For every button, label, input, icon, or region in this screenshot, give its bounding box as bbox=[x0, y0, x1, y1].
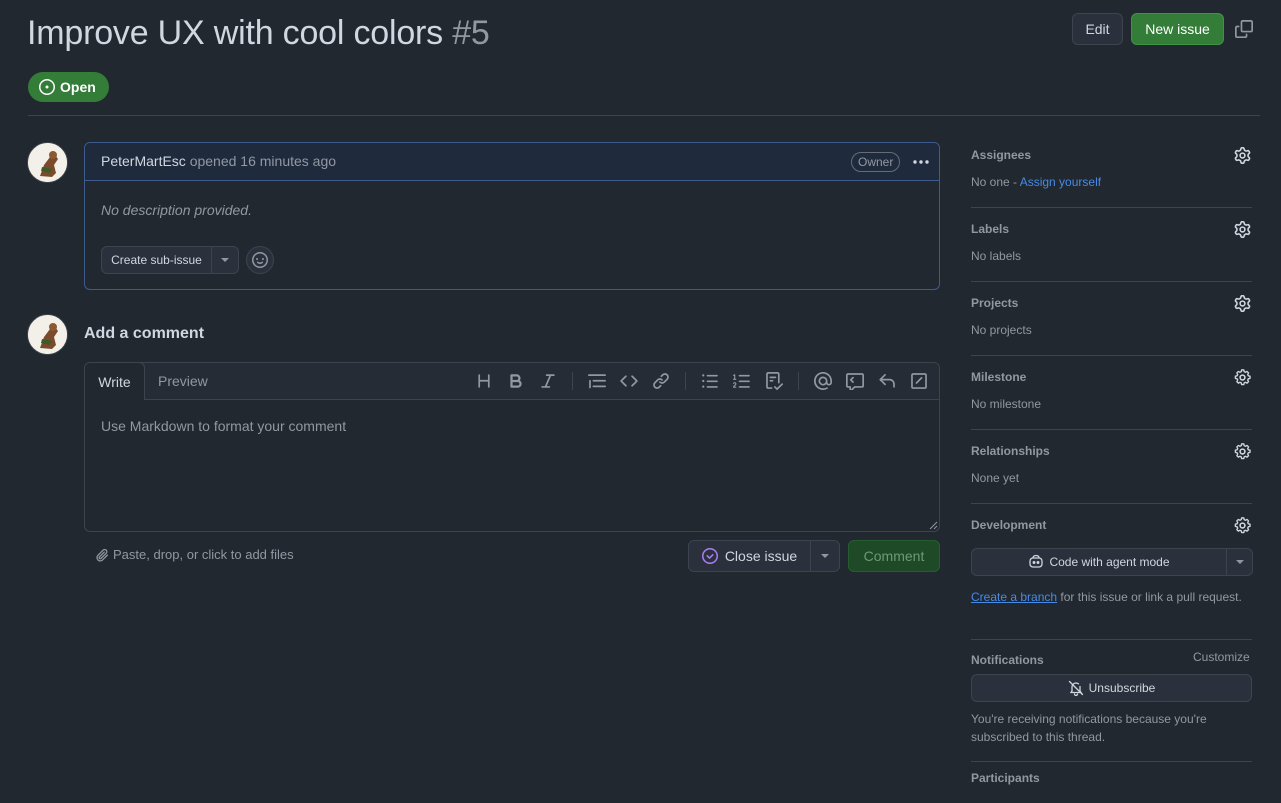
issue-state-badge: Open bbox=[28, 72, 109, 102]
assignees-value: No one - Assign yourself bbox=[971, 175, 1101, 189]
development-note-text: for this issue or link a pull request. bbox=[1057, 590, 1242, 604]
comment-textarea[interactable]: Use Markdown to format your comment bbox=[101, 418, 346, 434]
bulleted-list-icon[interactable] bbox=[701, 372, 719, 390]
milestone-value: No milestone bbox=[971, 397, 1042, 411]
toolbar-divider bbox=[685, 372, 686, 390]
kebab-menu-icon[interactable] bbox=[911, 153, 931, 171]
issue-description: No description provided. bbox=[101, 202, 252, 218]
slash-commands-icon[interactable] bbox=[910, 372, 928, 390]
labels-gear-icon[interactable] bbox=[1234, 221, 1251, 238]
tab-preview[interactable]: Preview bbox=[158, 373, 208, 389]
development-note: Create a branch for this issue or link a… bbox=[971, 588, 1252, 606]
code-icon[interactable] bbox=[620, 372, 638, 390]
attach-files-label: Paste, drop, or click to add files bbox=[113, 547, 294, 562]
mention-icon[interactable] bbox=[814, 372, 832, 390]
sidebar-divider bbox=[971, 639, 1252, 640]
bell-slash-icon bbox=[1068, 680, 1084, 696]
assignees-gear-icon[interactable] bbox=[1234, 147, 1251, 164]
milestone-gear-icon[interactable] bbox=[1234, 369, 1251, 386]
customize-notifications-link[interactable]: Customize bbox=[1193, 650, 1250, 664]
resize-handle-icon[interactable] bbox=[929, 521, 938, 530]
add-comment-heading: Add a comment bbox=[84, 325, 205, 342]
task-list-icon[interactable] bbox=[765, 372, 783, 390]
assign-yourself-link[interactable]: Assign yourself bbox=[1020, 175, 1101, 189]
unsubscribe-label: Unsubscribe bbox=[1088, 681, 1156, 695]
edit-button[interactable]: Edit bbox=[1072, 13, 1123, 45]
create-sub-issue-button[interactable]: Create sub-issue bbox=[101, 246, 212, 274]
triangle-down-icon bbox=[220, 257, 230, 263]
toolbar-divider bbox=[798, 372, 799, 390]
close-issue-button[interactable]: Close issue bbox=[688, 540, 811, 572]
tab-write[interactable]: Write bbox=[85, 363, 145, 400]
link-icon[interactable] bbox=[652, 372, 670, 390]
author-link[interactable]: PeterMartEsc bbox=[101, 153, 186, 169]
sidebar-heading-development[interactable]: Development bbox=[971, 518, 1046, 532]
create-branch-link[interactable]: Create a branch bbox=[971, 590, 1057, 604]
projects-value: No projects bbox=[971, 323, 1032, 337]
opened-timestamp[interactable]: opened 16 minutes ago bbox=[190, 153, 336, 169]
code-with-agent-label: Code with agent mode bbox=[1049, 555, 1170, 569]
comment-submit-button[interactable]: Comment bbox=[848, 540, 940, 572]
sidebar-divider bbox=[971, 761, 1252, 762]
italic-icon[interactable] bbox=[539, 372, 557, 390]
triangle-down-icon bbox=[1235, 559, 1245, 565]
close-issue-dropdown-button[interactable] bbox=[810, 540, 840, 572]
relationships-value: None yet bbox=[971, 471, 1020, 485]
copy-link-icon[interactable] bbox=[1235, 20, 1253, 38]
owner-badge: Owner bbox=[851, 152, 901, 172]
agent-mode-dropdown-button[interactable] bbox=[1226, 548, 1253, 576]
quote-icon[interactable] bbox=[588, 372, 606, 390]
sidebar-divider bbox=[971, 355, 1252, 356]
bold-icon[interactable] bbox=[507, 372, 525, 390]
issue-title-text: Improve UX with cool colors bbox=[27, 14, 443, 52]
issue-body-header: PeterMartEsc opened 16 minutes ago Owner bbox=[85, 143, 939, 181]
check-circle-icon bbox=[701, 548, 718, 564]
author-avatar[interactable] bbox=[27, 142, 68, 183]
issue-author-line: PeterMartEsc opened 16 minutes ago bbox=[101, 153, 336, 169]
numbered-list-icon[interactable] bbox=[733, 372, 751, 390]
reply-icon[interactable] bbox=[878, 372, 896, 390]
new-issue-button[interactable]: New issue bbox=[1131, 13, 1224, 45]
smiley-icon bbox=[252, 252, 268, 268]
issue-body-card: PeterMartEsc opened 16 minutes ago Owner… bbox=[84, 142, 940, 290]
labels-value: No labels bbox=[971, 249, 1022, 263]
unsubscribe-button[interactable]: Unsubscribe bbox=[971, 674, 1252, 702]
toolbar-divider bbox=[572, 372, 573, 390]
sidebar-heading-assignees[interactable]: Assignees bbox=[971, 148, 1031, 162]
close-issue-label: Close issue bbox=[724, 548, 798, 564]
projects-gear-icon[interactable] bbox=[1234, 295, 1251, 312]
reference-icon[interactable] bbox=[846, 372, 864, 390]
issue-number: #5 bbox=[452, 14, 490, 52]
issue-title: Improve UX with cool colors #5 bbox=[27, 14, 490, 53]
sidebar-heading-relationships[interactable]: Relationships bbox=[971, 444, 1050, 458]
relationships-gear-icon[interactable] bbox=[1234, 443, 1251, 460]
sidebar-heading-projects[interactable]: Projects bbox=[971, 296, 1018, 310]
paperclip-icon bbox=[95, 548, 109, 562]
sidebar-heading-labels[interactable]: Labels bbox=[971, 222, 1009, 236]
sidebar-heading-notifications: Notifications bbox=[971, 653, 1044, 667]
assignees-none: No one - bbox=[971, 175, 1020, 189]
copilot-icon bbox=[1028, 554, 1044, 570]
header-divider bbox=[28, 115, 1260, 116]
notifications-reason: You're receiving notifications because y… bbox=[971, 712, 1207, 744]
code-with-agent-button[interactable]: Code with agent mode bbox=[971, 548, 1227, 576]
sidebar-heading-participants: Participants bbox=[971, 771, 1040, 785]
triangle-down-icon bbox=[820, 553, 830, 559]
issue-state-label: Open bbox=[60, 79, 96, 95]
issue-open-icon bbox=[39, 79, 55, 95]
sidebar-divider bbox=[971, 503, 1252, 504]
sidebar-divider bbox=[971, 207, 1252, 208]
comment-editor: Write Preview Use Markdown to format you… bbox=[84, 362, 940, 532]
sidebar-heading-milestone[interactable]: Milestone bbox=[971, 370, 1026, 384]
sidebar-divider bbox=[971, 281, 1252, 282]
attach-files-hint[interactable]: Paste, drop, or click to add files bbox=[95, 547, 294, 562]
sub-issue-dropdown-button[interactable] bbox=[211, 246, 239, 274]
editor-toolbar: Write Preview bbox=[85, 363, 939, 400]
development-gear-icon[interactable] bbox=[1234, 517, 1251, 534]
sidebar-divider bbox=[971, 429, 1252, 430]
heading-icon[interactable] bbox=[475, 372, 493, 390]
add-reaction-button[interactable] bbox=[246, 246, 274, 274]
current-user-avatar[interactable] bbox=[27, 314, 68, 355]
